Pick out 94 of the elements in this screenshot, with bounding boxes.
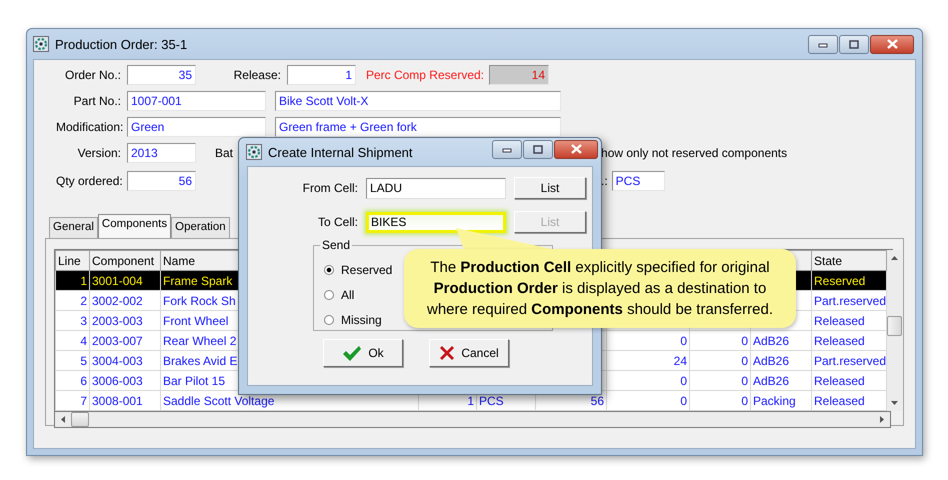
- input-field[interactable]: PCS: [612, 171, 665, 191]
- ok-button[interactable]: Ok: [323, 339, 403, 367]
- field-label: Bat: [215, 146, 234, 160]
- checkmark-icon: [342, 344, 362, 362]
- table-cell: Part.reserved: [812, 350, 886, 370]
- horizontal-scrollbar[interactable]: [54, 411, 891, 428]
- scroll-left-icon[interactable]: [61, 416, 65, 423]
- radio-label[interactable]: All: [341, 288, 354, 302]
- table-cell: Released: [812, 330, 886, 350]
- table-cell: 3001-004: [90, 270, 160, 290]
- table-cell: 0: [690, 370, 750, 390]
- maximize-button[interactable]: [839, 34, 869, 54]
- input-field[interactable]: 35: [127, 65, 196, 85]
- list-button[interactable]: List: [514, 177, 586, 199]
- table-cell: Released: [812, 390, 886, 410]
- maximize-icon: [533, 144, 543, 154]
- table-cell: 3004-003: [90, 350, 160, 370]
- close-icon: [886, 39, 898, 49]
- input-field[interactable]: Green frame + Green fork: [275, 117, 561, 137]
- table-cell: 0: [690, 330, 750, 350]
- table-cell: 3006-003: [90, 370, 160, 390]
- cancel-button[interactable]: Cancel: [429, 339, 509, 367]
- dialog-title: Create Internal Shipment: [268, 144, 413, 160]
- cross-icon: [439, 345, 456, 361]
- close-button[interactable]: [554, 140, 598, 158]
- table-cell: 24: [606, 350, 690, 370]
- table-cell: 0: [690, 390, 750, 410]
- table-cell: 2: [56, 290, 90, 310]
- table-cell: Reserved: [812, 270, 886, 290]
- table-cell: Released: [812, 370, 886, 390]
- table-cell: 2003-003: [90, 310, 160, 330]
- table-cell: 0: [606, 330, 690, 350]
- tab[interactable]: General: [49, 217, 98, 238]
- radio-button[interactable]: [324, 264, 334, 274]
- field-label: Order No.:: [64, 68, 121, 82]
- table-cell: 0: [606, 390, 690, 410]
- app-icon: [33, 36, 49, 52]
- close-icon: [570, 144, 582, 154]
- maximize-icon: [849, 40, 859, 48]
- table-cell: AdB26: [750, 370, 812, 390]
- app-icon: [246, 144, 262, 160]
- checkbox-label[interactable]: how only not reserved components: [601, 146, 788, 160]
- input-field[interactable]: 56: [127, 171, 196, 191]
- table-cell: Released: [812, 310, 886, 330]
- input-field[interactable]: 2013: [127, 143, 196, 163]
- field-label: To Cell:: [316, 215, 358, 229]
- table-cell: 6: [56, 370, 90, 390]
- window-title: Production Order: 35-1: [55, 36, 188, 52]
- table-cell: 5: [56, 350, 90, 370]
- input-field[interactable]: 1: [287, 65, 356, 85]
- column-header[interactable]: Line: [56, 250, 90, 270]
- table-cell: 0: [606, 370, 690, 390]
- field-label: Perc Comp Reserved:: [364, 68, 484, 82]
- column-header[interactable]: Component: [90, 250, 160, 270]
- table-cell: 1: [56, 270, 90, 290]
- scroll-thumb[interactable]: [71, 412, 89, 427]
- radio-label[interactable]: Missing: [341, 312, 382, 326]
- radio-button[interactable]: [324, 290, 334, 300]
- minimize-button[interactable]: [492, 140, 522, 158]
- table-cell: 7: [56, 390, 90, 410]
- radio-button[interactable]: [324, 314, 334, 324]
- field-label: .:: [601, 174, 608, 188]
- minimize-button[interactable]: [808, 34, 838, 54]
- scroll-thumb[interactable]: [887, 316, 902, 336]
- table-cell: 3: [56, 310, 90, 330]
- table-cell: 0: [690, 350, 750, 370]
- input-field[interactable]: Green: [127, 117, 266, 137]
- close-button[interactable]: [870, 34, 914, 54]
- table-cell: Part.reserved: [812, 290, 886, 310]
- input-field[interactable]: 1007-001: [127, 91, 266, 111]
- tab[interactable]: Operation: [171, 217, 230, 238]
- table-cell: 3002-002: [90, 290, 160, 310]
- table-cell: 2003-007: [90, 330, 160, 350]
- group-label: Send: [320, 238, 352, 252]
- scroll-up-icon[interactable]: [891, 256, 898, 260]
- table-cell: 4: [56, 330, 90, 350]
- tab[interactable]: Components: [98, 214, 172, 238]
- column-header[interactable]: State: [812, 250, 886, 270]
- field-label: Release:: [232, 68, 281, 82]
- field-label: Modification:: [56, 120, 121, 134]
- maximize-button[interactable]: [523, 140, 553, 158]
- table-cell: Packing: [750, 390, 812, 410]
- table-cell: AdB26: [750, 350, 812, 370]
- vertical-scrollbar[interactable]: [887, 250, 902, 411]
- scroll-down-icon[interactable]: [891, 401, 898, 405]
- field-label: Qty ordered:: [56, 174, 121, 188]
- table-cell: AdB26: [750, 330, 812, 350]
- scroll-right-icon[interactable]: [880, 416, 884, 423]
- input-field[interactable]: LADU: [366, 178, 506, 198]
- field-label: Part No.:: [72, 94, 121, 108]
- input-field[interactable]: Bike Scott Volt-X: [275, 91, 561, 111]
- field-label: From Cell:: [302, 181, 358, 195]
- table-cell: 3008-001: [90, 390, 160, 410]
- field-label: Version:: [76, 146, 121, 160]
